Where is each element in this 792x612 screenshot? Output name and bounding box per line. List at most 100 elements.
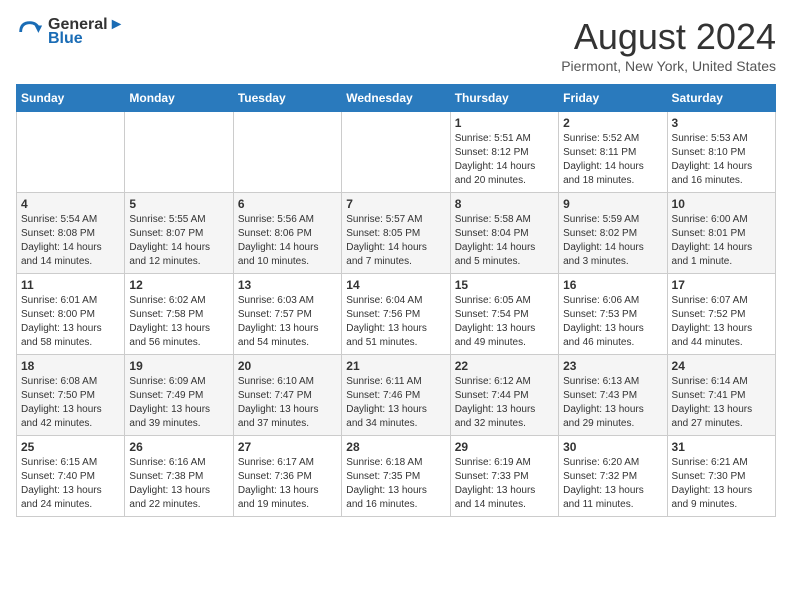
page-header: General ► Blue August 2024 Piermont, New… xyxy=(16,16,776,74)
day-number: 7 xyxy=(346,197,445,211)
day-number: 3 xyxy=(672,116,771,130)
cell-info: Sunrise: 6:18 AMSunset: 7:35 PMDaylight:… xyxy=(346,456,445,512)
day-number: 8 xyxy=(455,197,554,211)
calendar-cell: 3 Sunrise: 5:53 AMSunset: 8:10 PMDaylight… xyxy=(667,112,775,193)
day-number: 21 xyxy=(346,359,445,373)
cell-info: Sunrise: 5:53 AMSunset: 8:10 PMDaylight:… xyxy=(672,132,771,188)
cell-info: Sunrise: 6:14 AMSunset: 7:41 PMDaylight:… xyxy=(672,375,771,431)
calendar-week-4: 18 Sunrise: 6:08 AMSunset: 7:50 PMDayligh… xyxy=(17,355,776,436)
cell-info: Sunrise: 6:04 AMSunset: 7:56 PMDaylight:… xyxy=(346,294,445,350)
calendar-cell xyxy=(125,112,233,193)
calendar-cell: 31 Sunrise: 6:21 AMSunset: 7:30 PMDayligh… xyxy=(667,436,775,517)
day-number: 6 xyxy=(238,197,337,211)
day-number: 18 xyxy=(21,359,120,373)
cell-info: Sunrise: 5:57 AMSunset: 8:05 PMDaylight:… xyxy=(346,213,445,269)
cell-info: Sunrise: 6:16 AMSunset: 7:38 PMDaylight:… xyxy=(129,456,228,512)
day-number: 10 xyxy=(672,197,771,211)
calendar-cell: 20 Sunrise: 6:10 AMSunset: 7:47 PMDayligh… xyxy=(233,355,341,436)
cell-info: Sunrise: 6:10 AMSunset: 7:47 PMDaylight:… xyxy=(238,375,337,431)
cell-info: Sunrise: 6:06 AMSunset: 7:53 PMDaylight:… xyxy=(563,294,662,350)
calendar-cell: 28 Sunrise: 6:18 AMSunset: 7:35 PMDayligh… xyxy=(342,436,450,517)
calendar-cell: 16 Sunrise: 6:06 AMSunset: 7:53 PMDayligh… xyxy=(559,274,667,355)
day-number: 1 xyxy=(455,116,554,130)
calendar-cell: 21 Sunrise: 6:11 AMSunset: 7:46 PMDayligh… xyxy=(342,355,450,436)
calendar-cell: 24 Sunrise: 6:14 AMSunset: 7:41 PMDayligh… xyxy=(667,355,775,436)
day-number: 15 xyxy=(455,278,554,292)
weekday-header-row: SundayMondayTuesdayWednesdayThursdayFrid… xyxy=(17,85,776,112)
cell-info: Sunrise: 6:15 AMSunset: 7:40 PMDaylight:… xyxy=(21,456,120,512)
day-number: 12 xyxy=(129,278,228,292)
day-number: 13 xyxy=(238,278,337,292)
day-number: 14 xyxy=(346,278,445,292)
cell-info: Sunrise: 6:05 AMSunset: 7:54 PMDaylight:… xyxy=(455,294,554,350)
cell-info: Sunrise: 6:19 AMSunset: 7:33 PMDaylight:… xyxy=(455,456,554,512)
cell-info: Sunrise: 6:12 AMSunset: 7:44 PMDaylight:… xyxy=(455,375,554,431)
calendar-cell xyxy=(233,112,341,193)
location: Piermont, New York, United States xyxy=(561,58,776,74)
cell-info: Sunrise: 6:21 AMSunset: 7:30 PMDaylight:… xyxy=(672,456,771,512)
day-number: 2 xyxy=(563,116,662,130)
calendar-cell: 8 Sunrise: 5:58 AMSunset: 8:04 PMDaylight… xyxy=(450,193,558,274)
calendar-cell: 10 Sunrise: 6:00 AMSunset: 8:01 PMDayligh… xyxy=(667,193,775,274)
day-number: 22 xyxy=(455,359,554,373)
calendar-week-5: 25 Sunrise: 6:15 AMSunset: 7:40 PMDayligh… xyxy=(17,436,776,517)
cell-info: Sunrise: 6:11 AMSunset: 7:46 PMDaylight:… xyxy=(346,375,445,431)
calendar-cell: 19Sunrise: 6:09 AMSunset: 7:49 PMDayligh… xyxy=(125,355,233,436)
calendar-cell: 1Sunrise: 5:51 AMSunset: 8:12 PMDaylight… xyxy=(450,112,558,193)
day-number: 20 xyxy=(238,359,337,373)
cell-info: Sunrise: 6:00 AMSunset: 8:01 PMDaylight:… xyxy=(672,213,771,269)
cell-info: Sunrise: 6:13 AMSunset: 7:43 PMDaylight:… xyxy=(563,375,662,431)
calendar-cell: 9Sunrise: 5:59 AMSunset: 8:02 PMDaylight… xyxy=(559,193,667,274)
logo-icon xyxy=(16,18,44,46)
day-number: 5 xyxy=(129,197,228,211)
day-number: 11 xyxy=(21,278,120,292)
weekday-header-wednesday: Wednesday xyxy=(342,85,450,112)
cell-info: Sunrise: 6:20 AMSunset: 7:32 PMDaylight:… xyxy=(563,456,662,512)
cell-info: Sunrise: 5:56 AMSunset: 8:06 PMDaylight:… xyxy=(238,213,337,269)
cell-info: Sunrise: 6:07 AMSunset: 7:52 PMDaylight:… xyxy=(672,294,771,350)
calendar-cell: 4Sunrise: 5:54 AMSunset: 8:08 PMDaylight… xyxy=(17,193,125,274)
cell-info: Sunrise: 6:08 AMSunset: 7:50 PMDaylight:… xyxy=(21,375,120,431)
weekday-header-sunday: Sunday xyxy=(17,85,125,112)
day-number: 24 xyxy=(672,359,771,373)
day-number: 30 xyxy=(563,440,662,454)
calendar-week-1: 1Sunrise: 5:51 AMSunset: 8:12 PMDaylight… xyxy=(17,112,776,193)
day-number: 19 xyxy=(129,359,228,373)
calendar-cell: 25 Sunrise: 6:15 AMSunset: 7:40 PMDayligh… xyxy=(17,436,125,517)
logo: General ► Blue xyxy=(16,16,124,48)
cell-info: Sunrise: 5:55 AMSunset: 8:07 PMDaylight:… xyxy=(129,213,228,269)
day-number: 27 xyxy=(238,440,337,454)
cell-info: Sunrise: 6:01 AMSunset: 8:00 PMDaylight:… xyxy=(21,294,120,350)
calendar-cell: 6 Sunrise: 5:56 AMSunset: 8:06 PMDaylight… xyxy=(233,193,341,274)
calendar-cell: 18 Sunrise: 6:08 AMSunset: 7:50 PMDayligh… xyxy=(17,355,125,436)
cell-info: Sunrise: 5:52 AMSunset: 8:11 PMDaylight:… xyxy=(563,132,662,188)
calendar-cell: 22 Sunrise: 6:12 AMSunset: 7:44 PMDayligh… xyxy=(450,355,558,436)
day-number: 16 xyxy=(563,278,662,292)
cell-info: Sunrise: 5:54 AMSunset: 8:08 PMDaylight:… xyxy=(21,213,120,269)
weekday-header-monday: Monday xyxy=(125,85,233,112)
day-number: 23 xyxy=(563,359,662,373)
calendar-cell: 26 Sunrise: 6:16 AMSunset: 7:38 PMDayligh… xyxy=(125,436,233,517)
weekday-header-friday: Friday xyxy=(559,85,667,112)
weekday-header-thursday: Thursday xyxy=(450,85,558,112)
day-number: 17 xyxy=(672,278,771,292)
calendar-table: SundayMondayTuesdayWednesdayThursdayFrid… xyxy=(16,84,776,517)
calendar-cell xyxy=(342,112,450,193)
weekday-header-saturday: Saturday xyxy=(667,85,775,112)
month-title: August 2024 xyxy=(561,16,776,58)
title-block: August 2024 Piermont, New York, United S… xyxy=(561,16,776,74)
calendar-cell: 27Sunrise: 6:17 AMSunset: 7:36 PMDayligh… xyxy=(233,436,341,517)
day-number: 25 xyxy=(21,440,120,454)
calendar-cell: 29 Sunrise: 6:19 AMSunset: 7:33 PMDayligh… xyxy=(450,436,558,517)
calendar-cell: 30 Sunrise: 6:20 AMSunset: 7:32 PMDayligh… xyxy=(559,436,667,517)
calendar-cell: 11 Sunrise: 6:01 AMSunset: 8:00 PMDayligh… xyxy=(17,274,125,355)
calendar-cell: 2 Sunrise: 5:52 AMSunset: 8:11 PMDaylight… xyxy=(559,112,667,193)
calendar-cell: 23 Sunrise: 6:13 AMSunset: 7:43 PMDayligh… xyxy=(559,355,667,436)
cell-info: Sunrise: 5:58 AMSunset: 8:04 PMDaylight:… xyxy=(455,213,554,269)
cell-info: Sunrise: 5:59 AMSunset: 8:02 PMDaylight:… xyxy=(563,213,662,269)
day-number: 29 xyxy=(455,440,554,454)
calendar-week-2: 4Sunrise: 5:54 AMSunset: 8:08 PMDaylight… xyxy=(17,193,776,274)
day-number: 28 xyxy=(346,440,445,454)
day-number: 26 xyxy=(129,440,228,454)
day-number: 31 xyxy=(672,440,771,454)
